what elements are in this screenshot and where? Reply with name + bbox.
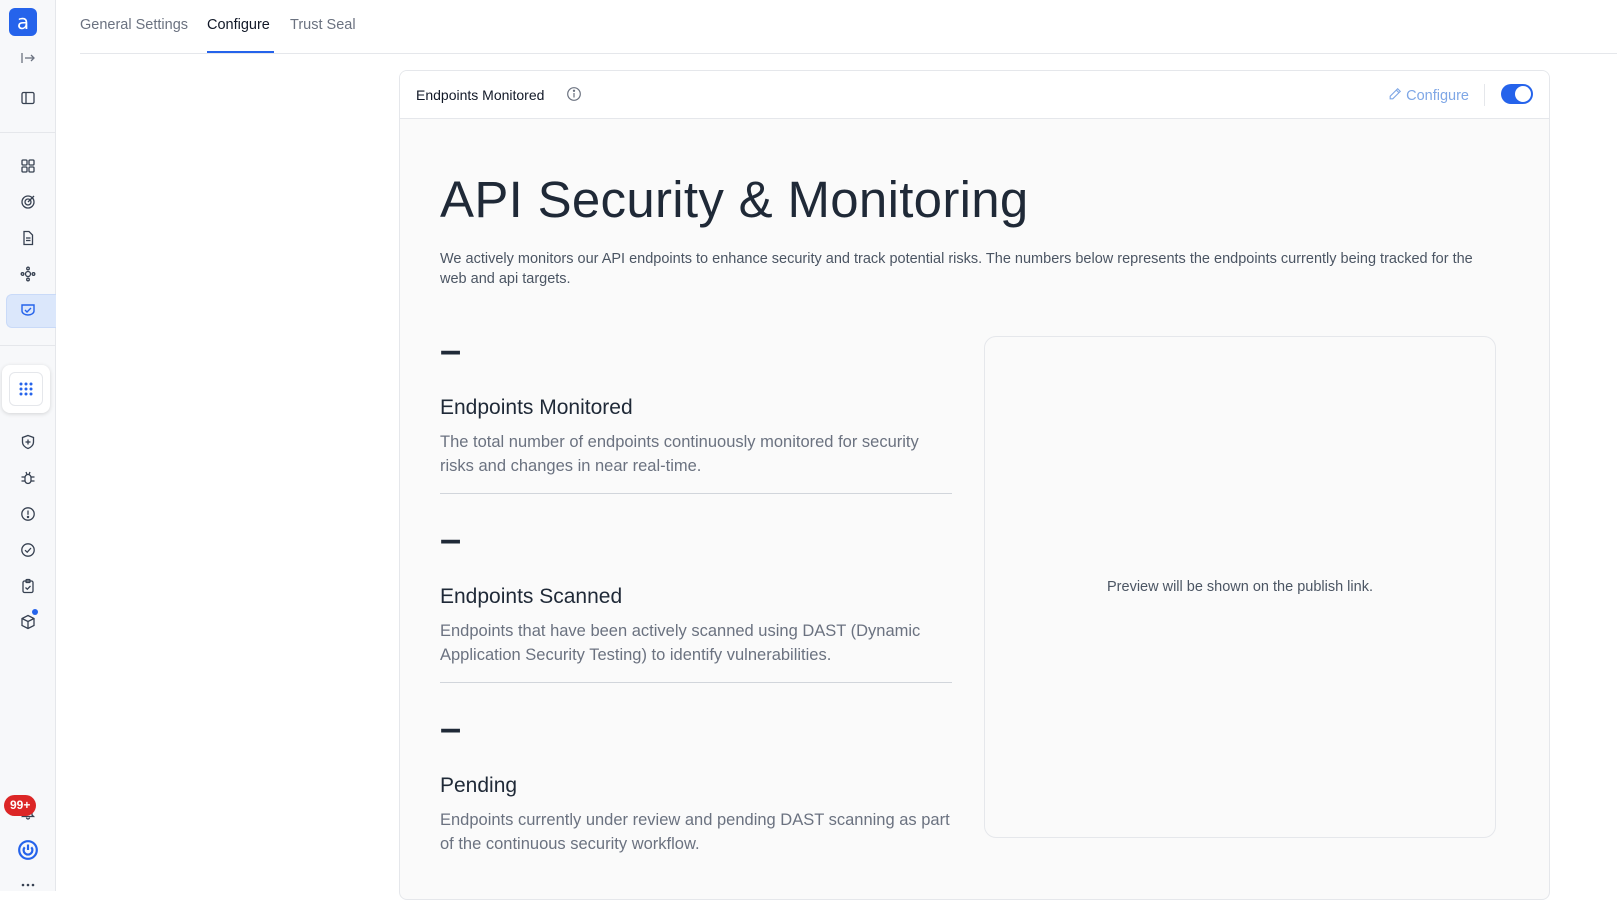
settings-tabs: General Settings Configure Trust Seal <box>80 0 1617 54</box>
check-circle-icon[interactable] <box>0 534 56 566</box>
package-notification-dot <box>32 609 38 615</box>
dashboard-icon[interactable] <box>0 150 56 182</box>
preview-text: Preview will be shown on the publish lin… <box>1107 579 1373 595</box>
metric-endpoints-scanned: – Endpoints Scanned Endpoints that have … <box>440 519 952 667</box>
bug-icon[interactable] <box>0 462 56 494</box>
metric-value: – <box>440 330 462 372</box>
metric-divider <box>440 493 952 494</box>
apps-button[interactable] <box>2 365 50 413</box>
metric-name: Pending <box>440 774 518 797</box>
page-title: API Security & Monitoring <box>440 171 1029 228</box>
metric-value: – <box>440 519 462 561</box>
metric-name: Endpoints Monitored <box>440 396 633 419</box>
tab-trust-seal[interactable]: Trust Seal <box>290 17 356 33</box>
alert-icon[interactable] <box>0 498 56 530</box>
notification-count-badge: 99+ <box>4 795 37 816</box>
clipboard-icon[interactable] <box>0 570 56 602</box>
enable-toggle[interactable] <box>1501 84 1533 104</box>
pencil-icon <box>1388 87 1402 105</box>
card-title: Endpoints Monitored <box>416 87 545 103</box>
metric-name: Endpoints Scanned <box>440 585 623 608</box>
trust-shield-icon[interactable] <box>0 294 56 326</box>
power-icon[interactable] <box>0 834 56 866</box>
info-icon[interactable] <box>566 86 582 102</box>
metric-pending: – Pending Endpoints currently under revi… <box>440 708 952 856</box>
tab-configure[interactable]: Configure <box>207 17 270 33</box>
target-icon[interactable] <box>0 186 56 218</box>
metric-value: – <box>440 708 462 750</box>
app-logo[interactable]: a <box>9 8 37 36</box>
integrations-icon[interactable] <box>0 258 56 290</box>
panel-icon[interactable] <box>0 82 56 114</box>
page-description: We actively monitors our API endpoints t… <box>440 251 1473 287</box>
apps-grid-icon <box>9 372 43 406</box>
more-icon[interactable] <box>0 871 56 891</box>
metric-description: Endpoints currently under review and pen… <box>440 811 950 853</box>
endpoints-card: Endpoints Monitored Configure API Securi… <box>399 70 1550 900</box>
active-tab-indicator <box>207 51 274 53</box>
metric-divider <box>440 682 952 683</box>
configure-label: Configure <box>1406 88 1469 104</box>
preview-panel: Preview will be shown on the publish lin… <box>984 336 1496 838</box>
tab-general-settings[interactable]: General Settings <box>80 17 188 33</box>
shield-icon[interactable] <box>0 426 56 458</box>
metric-description: Endpoints that have been actively scanne… <box>440 622 921 664</box>
sidebar: a 99+ <box>0 0 56 891</box>
metric-description: The total number of endpoints continuous… <box>440 433 919 475</box>
document-icon[interactable] <box>0 222 56 254</box>
logo-letter: a <box>16 10 30 34</box>
expand-icon[interactable] <box>0 42 56 74</box>
configure-link[interactable]: Configure <box>1388 87 1469 105</box>
metric-endpoints-monitored: – Endpoints Monitored The total number o… <box>440 330 952 478</box>
card-header: Endpoints Monitored Configure <box>400 71 1549 119</box>
header-divider <box>1484 84 1485 106</box>
toggle-knob <box>1515 86 1531 102</box>
package-icon[interactable] <box>0 606 56 638</box>
